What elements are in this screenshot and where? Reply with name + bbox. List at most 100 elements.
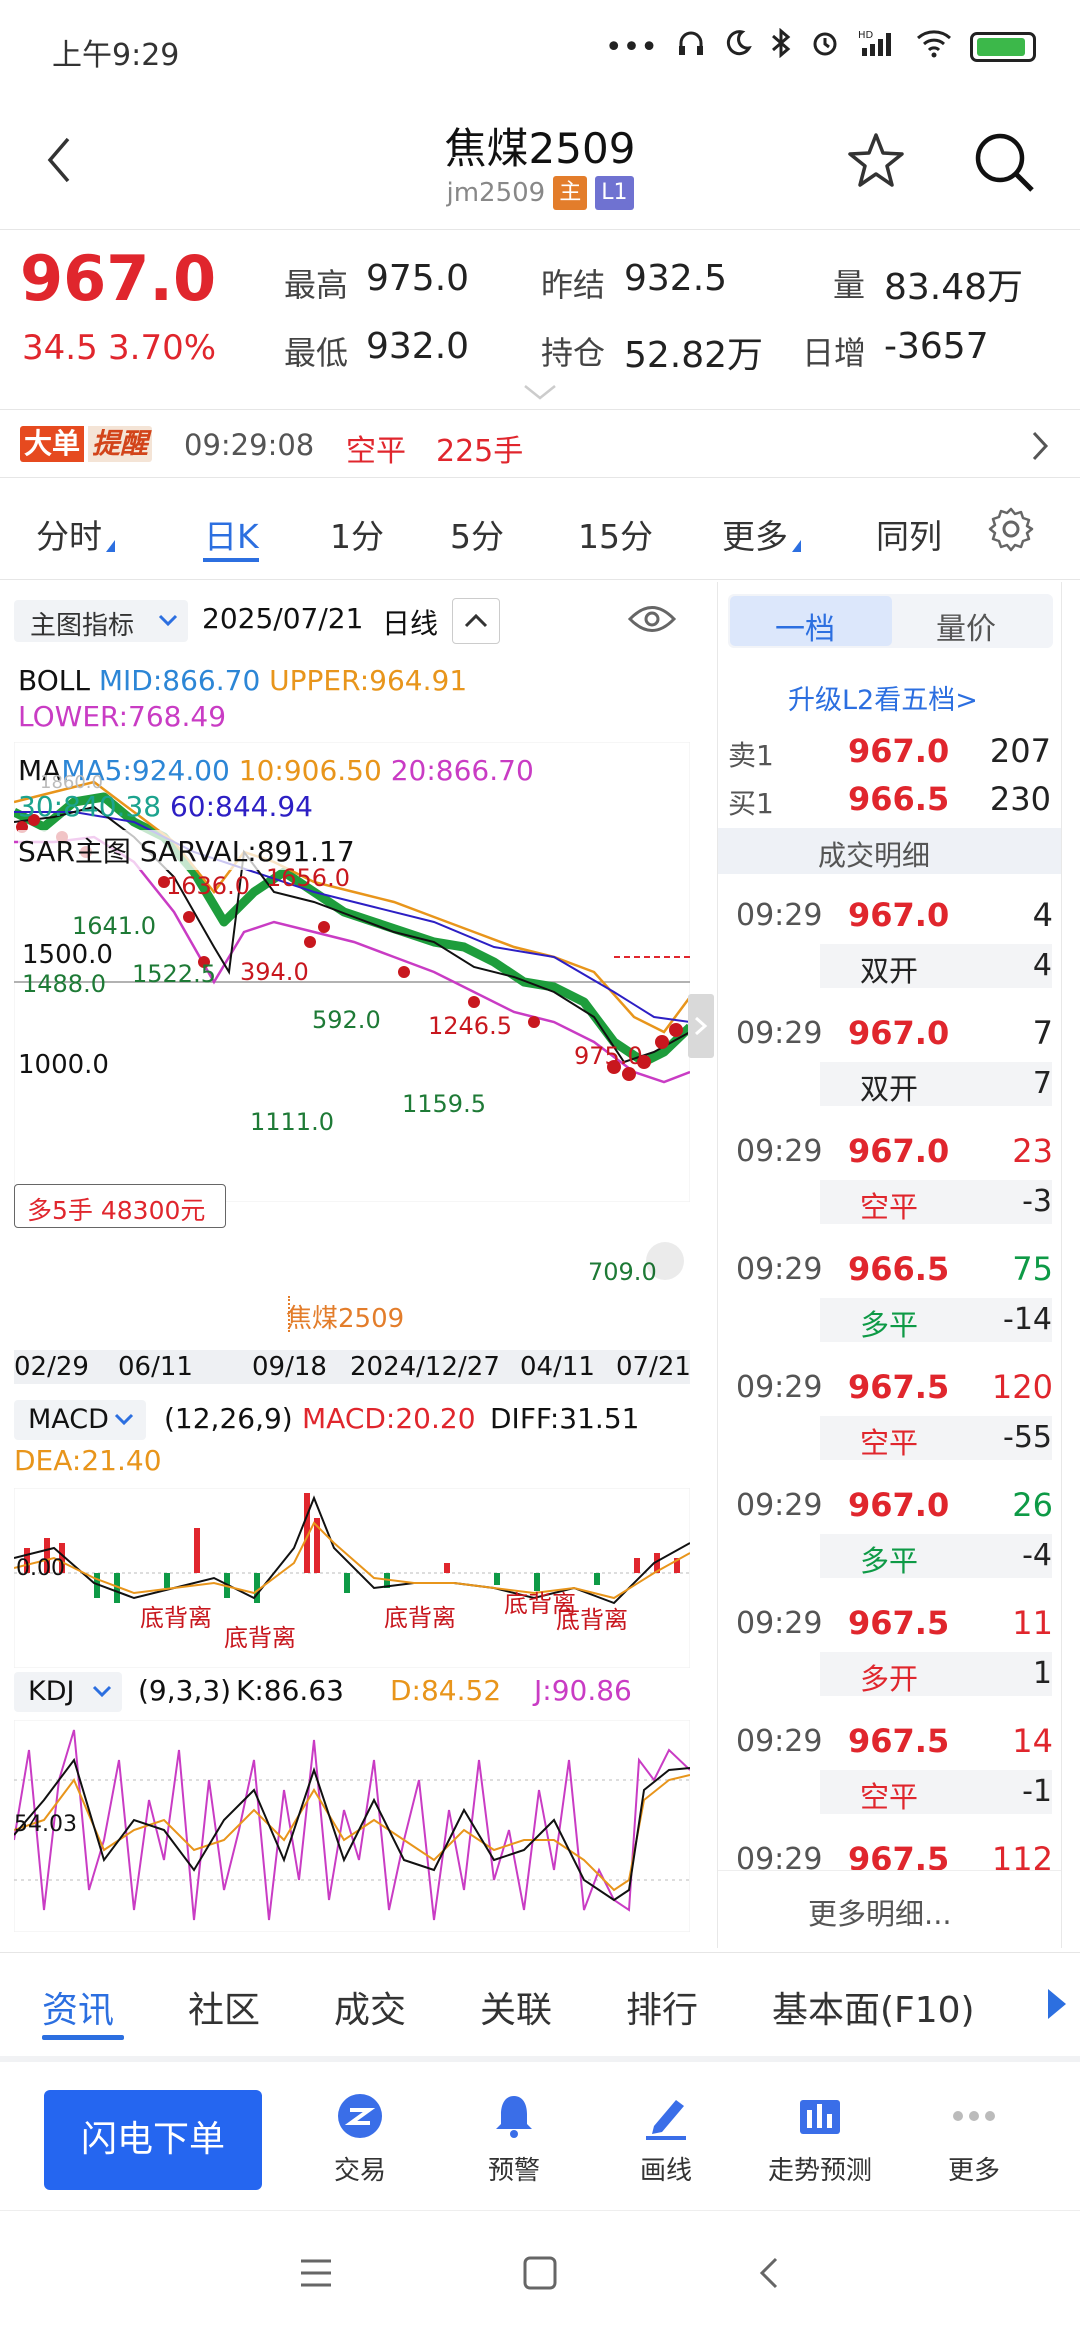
- forecast-label: 走势预测: [767, 2156, 872, 2186]
- more-details-button[interactable]: 更多明细...: [718, 1870, 1061, 1948]
- tab-level1[interactable]: 一档: [730, 596, 892, 647]
- macd-select[interactable]: MACD: [14, 1400, 146, 1440]
- annotation-g: 1246.5: [428, 1012, 512, 1040]
- trade-oi-change: -55: [1003, 1420, 1052, 1455]
- back-nav-button[interactable]: [756, 2255, 780, 2295]
- scroll-right-button[interactable]: [1046, 1987, 1068, 2025]
- menu-nav-button[interactable]: [298, 2257, 334, 2293]
- chart-settings-button[interactable]: [988, 506, 1034, 556]
- kline-chart-area: 主图指标 2025/07/21 日线 MACD BOLL MID:866.70 …: [0, 582, 714, 1950]
- visibility-toggle[interactable]: [627, 602, 677, 640]
- sell1-volume: 207: [989, 732, 1051, 770]
- more-dots-icon: [953, 2111, 995, 2121]
- divergence-label: 底背离: [556, 1606, 628, 1634]
- trade-kind: 多平: [860, 1308, 919, 1342]
- trade-volume: 4: [1032, 896, 1053, 934]
- ma30: 30:840.38: [18, 790, 162, 823]
- tab-daily-k[interactable]: 日K: [204, 510, 259, 558]
- tab-volume-price[interactable]: 量价: [936, 604, 996, 648]
- header: 焦煤2509 jm2509 主 L1: [0, 100, 1080, 230]
- buy1-price: 966.5: [848, 780, 950, 818]
- position-label[interactable]: 多5手 48300元: [14, 1184, 226, 1228]
- x-label: 06/11: [118, 1352, 193, 1382]
- trade-price: 967.5: [848, 1368, 950, 1406]
- upgrade-l2-link[interactable]: 升级L2看五档>: [788, 678, 978, 717]
- collapse-chart-button[interactable]: [452, 598, 500, 644]
- favorite-button[interactable]: [845, 130, 907, 196]
- tab-15min[interactable]: 15分: [578, 510, 653, 558]
- prev-settle-value: 932.5: [624, 258, 728, 299]
- forecast-action[interactable]: 走势预测: [750, 2092, 890, 2187]
- tab-same-list[interactable]: 同列: [876, 510, 942, 558]
- price-change-pct: 3.70%: [108, 328, 217, 368]
- trade-row: 09:29 967.0 4 双开 4: [718, 880, 1063, 998]
- sell1-label: 卖1: [728, 739, 774, 772]
- tab-5min[interactable]: 5分: [450, 510, 504, 558]
- trade-time: 09:29: [736, 1016, 823, 1051]
- alert-qty: 225手: [436, 434, 524, 469]
- tab-news[interactable]: 资讯: [42, 1981, 114, 2033]
- tab-1min[interactable]: 1分: [330, 510, 384, 558]
- annotation-a: 1641.0: [72, 912, 156, 940]
- trade-price: 966.5: [848, 1250, 950, 1288]
- trade-volume: 120: [991, 1368, 1053, 1406]
- kdj-j: J:90.86: [534, 1674, 632, 1707]
- tab-related[interactable]: 关联: [480, 1981, 552, 2033]
- kdj-d: D:84.52: [390, 1674, 502, 1707]
- trade-price: 967.0: [848, 896, 950, 934]
- flash-order-button[interactable]: 闪电下单: [44, 2090, 262, 2190]
- search-button[interactable]: [972, 130, 1038, 200]
- trade-row: 09:29 967.0 23 空平 -3: [718, 1116, 1063, 1234]
- trade-kind-row: 空平 -55: [820, 1416, 1052, 1460]
- order-book-tabs: 一档 量价: [728, 594, 1053, 648]
- home-nav-button[interactable]: [522, 2255, 558, 2295]
- trade-price: 967.5: [848, 1604, 950, 1642]
- alert-action[interactable]: 预警: [444, 2092, 584, 2187]
- expand-quote-button[interactable]: [523, 382, 557, 406]
- macd-value: MACD:20.20: [302, 1402, 476, 1435]
- trade-oi-change: 7: [1032, 1066, 1052, 1101]
- tab-more[interactable]: 更多: [722, 510, 801, 558]
- trade-action[interactable]: 交易: [290, 2092, 430, 2187]
- moon-icon: [724, 29, 752, 65]
- tab-community[interactable]: 社区: [188, 1981, 260, 2033]
- period-tabs: 分时 日K 1分 5分 15分 更多 同列: [0, 480, 1080, 580]
- ma60: 60:844.94: [169, 790, 313, 823]
- trade-kind: 多开: [860, 1662, 919, 1696]
- trade-row: 09:29 967.0 7 双开 7: [718, 998, 1063, 1116]
- draw-action[interactable]: 画线: [596, 2092, 736, 2187]
- trade-price: 967.0: [848, 1132, 950, 1170]
- kdj-select[interactable]: KDJ: [14, 1672, 122, 1712]
- chart-fullscreen-button[interactable]: [646, 1242, 684, 1280]
- tab-ranking[interactable]: 排行: [626, 1981, 698, 2033]
- annotation-c: 1488.0: [22, 970, 106, 998]
- tab-timeshare[interactable]: 分时: [36, 510, 115, 558]
- cursor-line: [288, 1296, 290, 1332]
- battery-icon: [970, 32, 1036, 62]
- tab-fundamentals[interactable]: 基本面(F10): [772, 1981, 975, 2033]
- action-bar: 闪电下单 交易 预警 画线 走势预测 更多: [0, 2056, 1080, 2206]
- open-interest-value: 52.82万: [624, 335, 764, 376]
- trade-volume: 14: [1012, 1722, 1053, 1760]
- kdj-name: KDJ: [28, 1676, 75, 1707]
- eye-icon: [627, 606, 677, 632]
- alert-badge-b: 提醒: [88, 426, 153, 462]
- alarm-icon: [810, 28, 840, 66]
- annotation-h: 1111.0: [250, 1108, 334, 1136]
- bluetooth-icon: [770, 27, 792, 66]
- square-icon: [523, 2256, 557, 2290]
- trade-volume: 11: [1012, 1604, 1053, 1642]
- trade-kind: 空平: [860, 1780, 919, 1814]
- big-order-alert[interactable]: 大单 提醒 09:29:08 空平 225手: [0, 412, 1080, 478]
- y-label-1000: 1000.0: [18, 1050, 109, 1080]
- expand-panel-handle[interactable]: [688, 994, 714, 1058]
- trade-time: 09:29: [736, 1252, 823, 1287]
- boll-legend: MACD BOLL MID:866.70 UPPER:964.91: [18, 664, 467, 697]
- chevron-right-icon: [1030, 430, 1050, 466]
- trade-price: 967.0: [848, 1486, 950, 1524]
- more-action[interactable]: 更多: [904, 2092, 1044, 2187]
- indicator-select[interactable]: 主图指标: [14, 600, 188, 642]
- tab-trades[interactable]: 成交: [334, 1981, 406, 2033]
- contract-code: jm2509: [446, 178, 546, 208]
- volume-label: 量: [833, 266, 866, 304]
